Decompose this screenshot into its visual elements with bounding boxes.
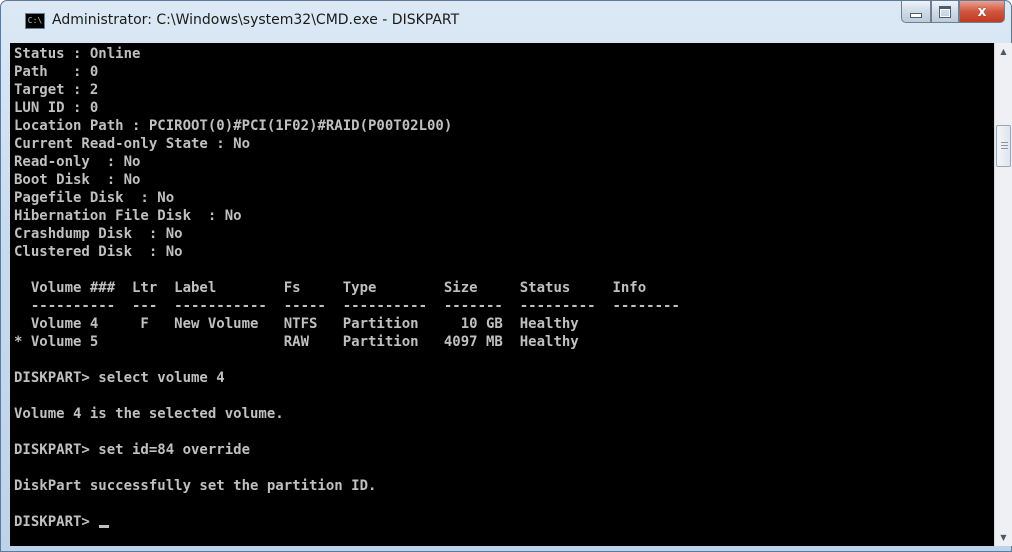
grip-line (1001, 145, 1008, 146)
console-line: Volume 4 is the selected volume. (14, 406, 284, 422)
window-title: Administrator: C:\Windows\system32\CMD.e… (52, 12, 460, 28)
text-cursor (99, 525, 110, 528)
close-button[interactable]: x (959, 1, 1005, 23)
scroll-down-arrow-icon[interactable]: ▼ (995, 529, 1012, 546)
console-line: Clustered Disk : No (14, 244, 183, 260)
minimize-icon (902, 1, 930, 22)
cmd-icon[interactable]: C:\ (25, 13, 45, 29)
console-line: Pagefile Disk : No (14, 190, 175, 206)
close-icon: x (977, 3, 987, 20)
minimize-button[interactable] (901, 1, 931, 23)
console-line: Location Path : PCIROOT(0)#PCI(1F02)#RAI… (14, 118, 453, 134)
maximize-button[interactable] (931, 1, 959, 23)
cmd-window: C:\ Administrator: C:\Windows\system32\C… (0, 0, 1012, 552)
scroll-up-arrow-icon[interactable]: ▲ (995, 43, 1012, 60)
maximize-icon (932, 1, 958, 22)
console-line: Path : 0 (14, 64, 99, 80)
console-line: * Volume 5 RAW Partition 4097 MB Healthy (14, 334, 579, 350)
console-line: Crashdump Disk : No (14, 226, 183, 242)
console-line: Volume ### Ltr Label Fs Type Size Status… (14, 280, 647, 296)
console-line: DISKPART> (14, 513, 680, 531)
console-line: DiskPart successfully set the partition … (14, 478, 377, 494)
console-line: Hibernation File Disk : No (14, 208, 242, 224)
console-line: Current Read-only State : No (14, 136, 251, 152)
grip-line (1001, 148, 1008, 149)
console-line: Target : 2 (14, 82, 99, 98)
console-output[interactable]: Status : Online Path : 0 Target : 2 LUN ID … (10, 43, 994, 546)
console-line: DISKPART> select volume 4 (14, 370, 225, 386)
scroll-thumb[interactable] (996, 125, 1011, 167)
console-line: Status : Online (14, 46, 141, 62)
console-line: LUN ID : 0 (14, 100, 99, 116)
console-line: Boot Disk : No (14, 172, 141, 188)
title-bar[interactable]: C:\ Administrator: C:\Windows\system32\C… (1, 1, 1011, 43)
console-line: DISKPART> set id=84 override (14, 442, 251, 458)
console-text: Status : Online Path : 0 Target : 2 LUN ID … (14, 45, 680, 531)
grip-line (1001, 142, 1008, 143)
vertical-scrollbar[interactable]: ▲ ▼ (994, 43, 1012, 546)
console-line: Volume 4 F New Volume NTFS Partition 10 … (14, 316, 579, 332)
console-line: Read-only : No (14, 154, 141, 170)
console-line: ---------- --- ----------- ----- -------… (14, 298, 680, 314)
